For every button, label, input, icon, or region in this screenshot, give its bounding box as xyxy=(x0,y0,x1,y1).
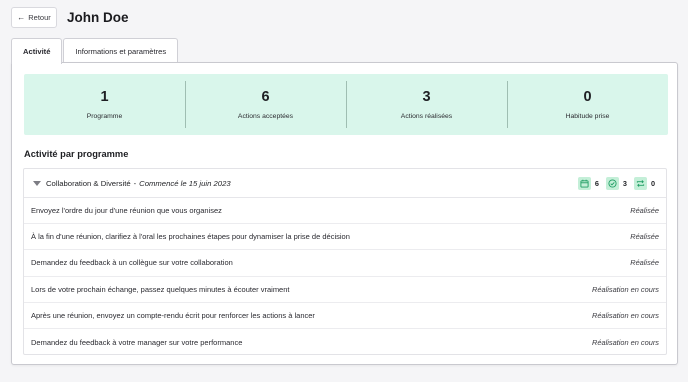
stat-label: Actions réalisées xyxy=(400,113,453,120)
activity-panel: 1 Programme 6 Actions acceptées 3 Action… xyxy=(11,62,678,365)
count-value: 3 xyxy=(622,178,627,188)
repeat-icon xyxy=(633,176,647,190)
action-row[interactable]: Lors de votre prochain échange, passez q… xyxy=(24,277,666,303)
back-button[interactable]: ← Retour xyxy=(11,7,57,28)
action-text: Lors de votre prochain échange, passez q… xyxy=(31,284,290,294)
count-accepted: 6 xyxy=(577,176,599,190)
chevron-down-icon[interactable] xyxy=(33,180,41,186)
page-title: John Doe xyxy=(67,10,129,25)
action-text: Envoyez l'ordre du jour d'une réunion qu… xyxy=(31,206,222,216)
back-button-label: Retour xyxy=(28,13,51,22)
tab-activity[interactable]: Activité xyxy=(11,38,63,64)
stat-accepted-actions: 6 Actions acceptées xyxy=(185,74,346,135)
check-circle-icon xyxy=(605,176,619,190)
stat-value: 1 xyxy=(100,89,109,105)
action-row[interactable]: À la fin d'une réunion, clarifiez à l'or… xyxy=(24,224,666,251)
stat-programs: 1 Programme xyxy=(24,74,185,135)
action-status: Réalisation en cours xyxy=(592,310,659,320)
tab-bar: Activité Informations et paramètres xyxy=(11,38,179,64)
action-status: Réalisée xyxy=(630,232,659,242)
action-row[interactable]: Demandez du feedback à un collègue sur v… xyxy=(24,250,666,277)
count-value: 0 xyxy=(650,178,655,188)
action-text: Après une réunion, envoyez un compte-ren… xyxy=(31,310,315,320)
tab-settings[interactable]: Informations et paramètres xyxy=(63,38,179,63)
count-value: 6 xyxy=(594,178,599,188)
action-text: Demandez du feedback à votre manager sur… xyxy=(31,337,243,347)
action-text: À la fin d'une réunion, clarifiez à l'or… xyxy=(31,232,350,242)
program-name: Collaboration & Diversité xyxy=(46,178,131,188)
action-row[interactable]: Demandez du feedback à votre manager sur… xyxy=(24,329,666,355)
section-title: Activité par programme xyxy=(24,149,129,159)
action-status: Réalisation en cours xyxy=(592,284,659,294)
action-row[interactable]: Après une réunion, envoyez un compte-ren… xyxy=(24,303,666,329)
action-text: Demandez du feedback à un collègue sur v… xyxy=(31,258,233,268)
program-header[interactable]: Collaboration & Diversité - Commencé le … xyxy=(24,169,666,198)
program-separator: - xyxy=(133,178,137,188)
stat-label: Habitude prise xyxy=(565,113,610,120)
stat-completed-actions: 3 Actions réalisées xyxy=(346,74,507,135)
count-habits: 0 xyxy=(633,176,655,190)
action-row[interactable]: Envoyez l'ordre du jour d'une réunion qu… xyxy=(24,198,666,225)
stats-summary: 1 Programme 6 Actions acceptées 3 Action… xyxy=(24,74,668,135)
program-counts: 6 3 0 xyxy=(577,176,655,190)
stat-habits: 0 Habitude prise xyxy=(507,74,668,135)
stat-label: Programme xyxy=(86,113,123,120)
stat-value: 6 xyxy=(261,89,270,105)
action-status: Réalisée xyxy=(630,258,659,268)
calendar-icon xyxy=(577,176,591,190)
action-status: Réalisée xyxy=(630,206,659,216)
stat-label: Actions acceptées xyxy=(237,113,294,120)
program-start-date: Commencé le 15 juin 2023 xyxy=(139,178,231,188)
program-card: Collaboration & Diversité - Commencé le … xyxy=(23,168,667,355)
stat-value: 3 xyxy=(422,89,431,105)
count-completed: 3 xyxy=(605,176,627,190)
arrow-left-icon: ← xyxy=(17,12,26,22)
action-status: Réalisation en cours xyxy=(592,337,659,347)
stat-value: 0 xyxy=(583,89,592,105)
